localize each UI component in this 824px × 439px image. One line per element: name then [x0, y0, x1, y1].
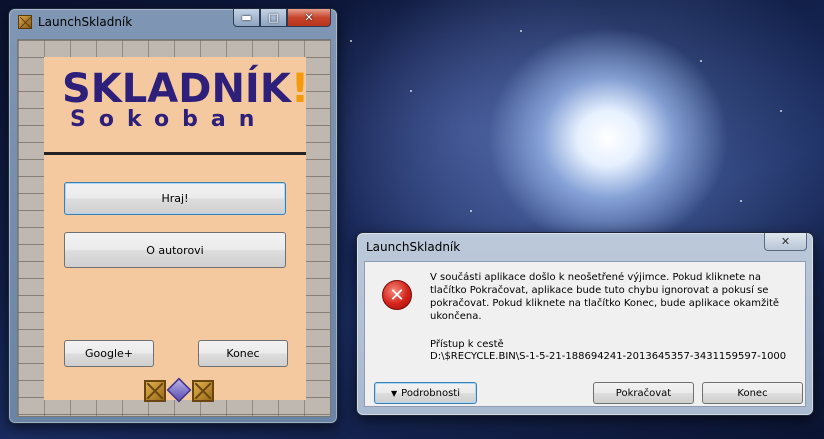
stone-wall-frame: SKLADNÍK! Sokoban Hraj! O autorovi Googl… — [17, 39, 331, 417]
logo-title-text: SKLADNÍK — [62, 66, 291, 112]
decorative-tiles — [144, 377, 214, 404]
star — [740, 200, 742, 202]
about-author-button[interactable]: O autorovi — [64, 232, 286, 268]
star — [700, 60, 702, 62]
star — [350, 40, 352, 42]
game-titlebar[interactable]: LaunchSkladník ▬ □ ✕ — [9, 9, 337, 35]
logo-exclamation: ! — [290, 66, 310, 112]
target-diamond-icon — [166, 377, 192, 403]
menu-panel: SKLADNÍK! Sokoban Hraj! O autorovi Googl… — [44, 57, 309, 403]
details-button[interactable]: ▼ Podrobnosti — [374, 382, 477, 404]
caption-buttons: ▬ □ ✕ — [233, 9, 331, 27]
error-dialog-close-button[interactable]: ✕ — [764, 233, 807, 251]
error-icon: ✕ — [382, 280, 412, 310]
end-button[interactable]: Konec — [702, 382, 803, 404]
error-dialog-body: ✕ V součásti aplikace došlo k neošetřené… — [364, 261, 806, 407]
close-button[interactable]: ✕ — [287, 9, 331, 27]
star — [470, 210, 472, 212]
star — [780, 110, 782, 112]
star — [520, 30, 522, 32]
maximize-button[interactable]: □ — [260, 9, 287, 27]
triangle-down-icon: ▼ — [390, 388, 398, 398]
details-label: Podrobnosti — [401, 387, 461, 399]
error-dialog-title: LaunchSkladník — [366, 240, 461, 254]
logo-title: SKLADNÍK! — [62, 69, 309, 109]
play-button[interactable]: Hraj! — [64, 182, 286, 215]
crate-icon — [144, 380, 166, 402]
game-window: LaunchSkladník ▬ □ ✕ SKLADNÍK! Sokoban H… — [8, 8, 338, 424]
logo-subtitle: Sokoban — [70, 107, 268, 132]
google-plus-button[interactable]: Google+ — [64, 340, 154, 367]
quit-button[interactable]: Konec — [198, 340, 288, 367]
star — [410, 90, 412, 92]
error-dialog: LaunchSkladník ✕ ✕ V součásti aplikace d… — [356, 232, 814, 416]
error-path: D:\$RECYCLE.BIN\S-1-5-21-188694241-20136… — [430, 351, 787, 362]
continue-button[interactable]: Pokračovat — [593, 382, 694, 404]
crate-icon — [192, 380, 214, 402]
crate-icon — [18, 15, 32, 29]
game-window-title: LaunchSkladník — [38, 15, 133, 29]
error-message: V součásti aplikace došlo k neošetřené v… — [430, 272, 780, 322]
logo-divider — [44, 152, 306, 155]
minimize-button[interactable]: ▬ — [233, 9, 260, 27]
